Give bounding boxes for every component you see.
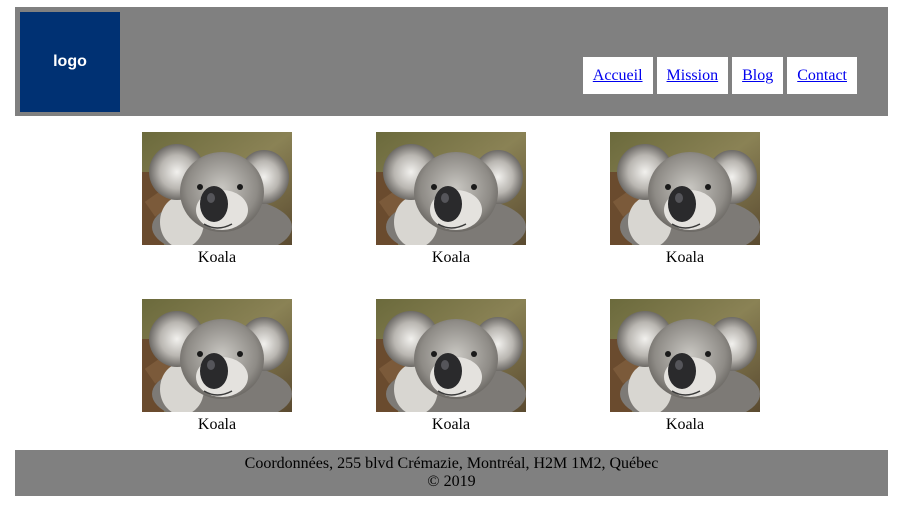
gallery-caption: Koala <box>665 249 705 266</box>
gallery-caption: Koala <box>197 249 237 266</box>
nav-item-blog: Blog <box>732 57 784 94</box>
nav-link-accueil[interactable]: Accueil <box>593 67 643 85</box>
nav-item-contact: Contact <box>787 57 857 94</box>
gallery-caption: Koala <box>665 416 705 433</box>
footer-copyright: © 2019 <box>427 473 476 490</box>
koala-image <box>376 299 526 412</box>
gallery-caption: Koala <box>431 416 471 433</box>
logo[interactable]: logo <box>20 12 120 112</box>
koala-image <box>610 132 760 245</box>
koala-image <box>376 132 526 245</box>
gallery-card: Koala <box>376 299 526 435</box>
gallery-caption: Koala <box>197 416 237 433</box>
nav-link-contact[interactable]: Contact <box>797 67 847 85</box>
gallery-card: Koala <box>376 132 526 268</box>
footer-address: Coordonnées, 255 blvd Crémazie, Montréal… <box>244 455 659 472</box>
site-footer: Coordonnées, 255 blvd Crémazie, Montréal… <box>15 450 888 496</box>
gallery-caption: Koala <box>431 249 471 266</box>
nav-item-mission: Mission <box>656 57 729 94</box>
koala-image <box>610 299 760 412</box>
page: logo Accueil Mission Blog Contact Koala … <box>0 0 912 521</box>
logo-text: logo <box>53 53 87 70</box>
nav-link-mission[interactable]: Mission <box>667 67 719 85</box>
nav-item-accueil: Accueil <box>582 57 653 94</box>
main-nav: Accueil Mission Blog Contact <box>582 57 857 94</box>
koala-image <box>142 299 292 412</box>
gallery-card: Koala <box>142 299 292 435</box>
gallery-card: Koala <box>610 132 760 268</box>
gallery-card: Koala <box>610 299 760 435</box>
site-header: logo Accueil Mission Blog Contact <box>15 7 888 116</box>
gallery-card: Koala <box>142 132 292 268</box>
koala-image <box>142 132 292 245</box>
nav-link-blog[interactable]: Blog <box>742 67 773 85</box>
